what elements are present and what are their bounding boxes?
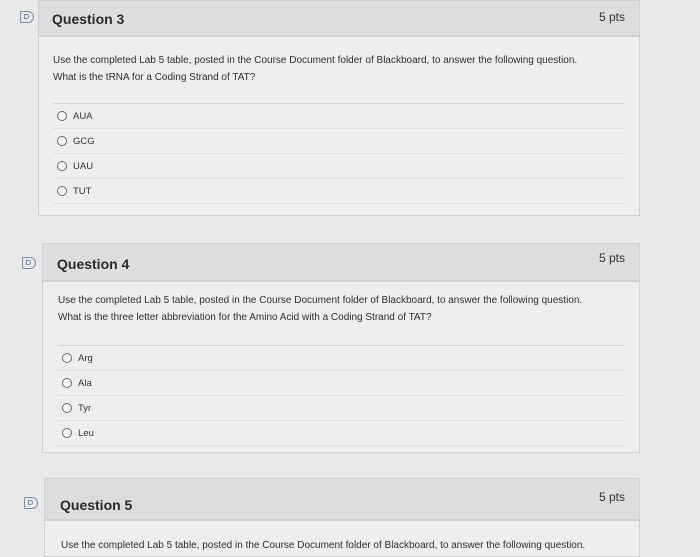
radio-button[interactable] — [62, 403, 72, 413]
question-3-text: Use the completed Lab 5 table, posted in… — [53, 52, 633, 86]
radio-button[interactable] — [62, 353, 72, 363]
answer-label: Arg — [78, 352, 93, 364]
answer-label: Tyr — [78, 402, 92, 414]
radio-button[interactable] — [57, 186, 67, 196]
question-4-text-line2: What is the three letter abbreviation fo… — [58, 312, 432, 323]
flag-icon[interactable] — [20, 11, 34, 23]
question-5-body: Use the completed Lab 5 table, posted in… — [44, 520, 640, 557]
radio-button[interactable] — [57, 161, 67, 171]
radio-button[interactable] — [62, 428, 72, 438]
question-3-text-line2: What is the tRNA for a Coding Strand of … — [53, 72, 256, 83]
question-4-header: Question 4 5 pts — [42, 243, 640, 281]
question-3-title: Question 3 — [52, 11, 125, 27]
question-4-answers: Arg Ala Tyr Leu — [58, 345, 625, 448]
radio-button[interactable] — [57, 111, 67, 121]
answer-label: AUA — [73, 110, 93, 122]
answer-label: GCG — [73, 135, 95, 147]
question-3-points: 5 pts — [598, 10, 625, 24]
question-3-text-line1: Use the completed Lab 5 table, posted in… — [53, 55, 578, 66]
radio-button[interactable] — [62, 378, 72, 388]
answer-label: UAU — [73, 160, 94, 172]
answer-option[interactable]: GCG — [53, 129, 625, 154]
flag-icon[interactable] — [24, 497, 38, 509]
answer-label: Ala — [78, 377, 92, 389]
answer-option[interactable]: Tyr — [58, 396, 625, 421]
question-3-header: Question 3 5 pts — [38, 0, 640, 36]
question-5-text-line1: Use the completed Lab 5 table, posted in… — [61, 540, 586, 551]
question-5-text: Use the completed Lab 5 table, posted in… — [61, 537, 633, 554]
question-4-text-line1: Use the completed Lab 5 table, posted in… — [58, 295, 583, 306]
answer-option[interactable]: Leu — [58, 421, 625, 446]
question-4-points: 5 pts — [598, 251, 625, 265]
question-4-text: Use the completed Lab 5 table, posted in… — [58, 292, 633, 326]
question-5-points: 5 pts — [598, 490, 625, 504]
question-4-title: Question 4 — [57, 256, 130, 272]
answer-option[interactable]: UAU — [53, 154, 625, 179]
flag-icon[interactable] — [22, 257, 36, 269]
answer-label: Leu — [78, 427, 94, 439]
question-3-body: Use the completed Lab 5 table, posted in… — [38, 36, 640, 216]
question-4-body: Use the completed Lab 5 table, posted in… — [42, 281, 640, 453]
answer-option[interactable]: AUA — [53, 104, 625, 129]
question-5-title: Question 5 — [60, 497, 133, 513]
question-5-header: Question 5 5 pts — [44, 478, 640, 520]
question-3-answers: AUA GCG UAU TUT — [53, 103, 625, 206]
answer-option[interactable]: TUT — [53, 179, 625, 204]
answer-label: TUT — [73, 185, 92, 197]
radio-button[interactable] — [57, 136, 67, 146]
answer-option[interactable]: Arg — [58, 346, 625, 371]
answer-option[interactable]: Ala — [58, 371, 625, 396]
